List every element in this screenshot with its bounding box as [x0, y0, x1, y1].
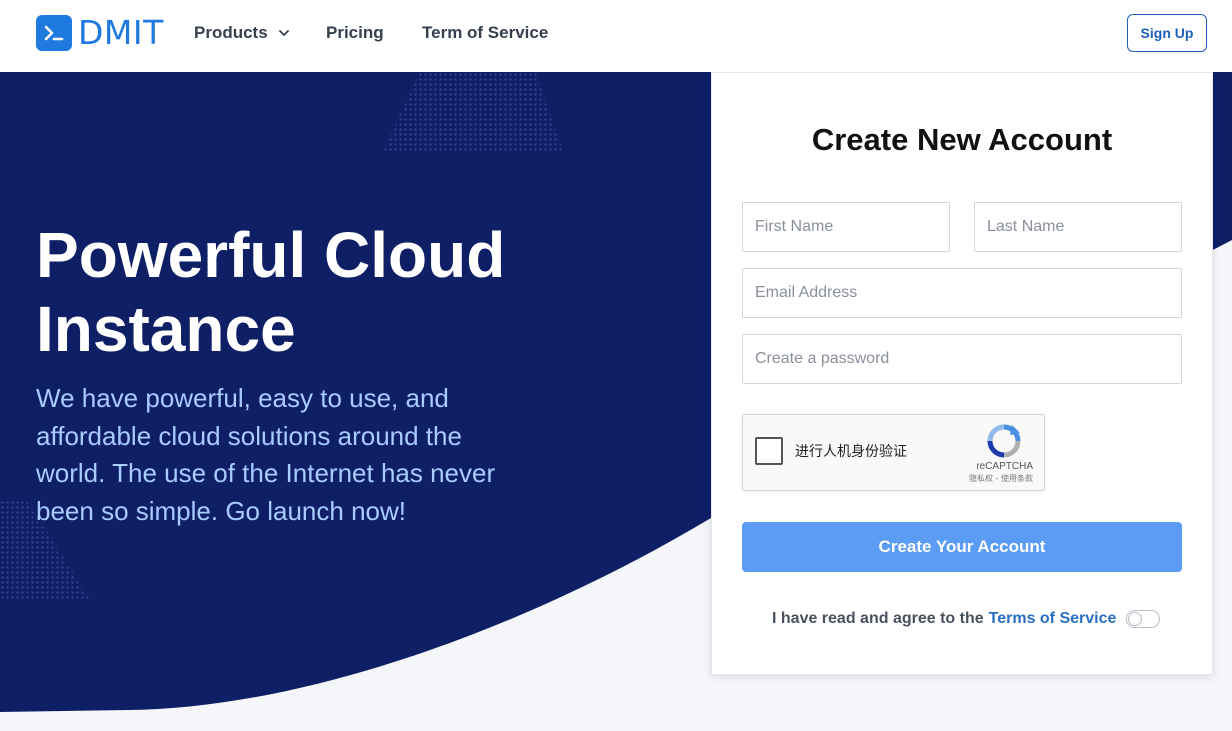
form-title: Create New Account [811, 122, 1113, 157]
nav-term-of-service[interactable]: Term of Service [422, 22, 548, 44]
hero-title-line: Powerful Cloud [36, 219, 506, 291]
terminal-icon [36, 15, 72, 51]
brand-logo[interactable]: DMIT [36, 15, 164, 51]
email-input[interactable] [742, 268, 1182, 318]
terms-of-service-link[interactable]: Terms of Service [989, 610, 1117, 628]
recaptcha-widget: 进行人机身份验证 reCAPTCHA 隐私权 - 使用条款 [742, 414, 1045, 491]
hero-subtitle-line: been so simple. Go launch now! [36, 495, 406, 526]
recaptcha-icon [986, 423, 1022, 464]
recaptcha-links[interactable]: 隐私权 - 使用条款 [969, 474, 1033, 484]
recaptcha-brand: reCAPTCHA [976, 461, 1033, 472]
recaptcha-label: 进行人机身份验证 [795, 444, 907, 460]
hero-subtitle: We have powerful, easy to use, and affor… [36, 380, 536, 530]
nav-term-of-service-label: Term of Service [422, 23, 549, 42]
create-account-button[interactable]: Create Your Account [742, 522, 1182, 572]
hero-subtitle-line: world. The use of the Internet has never [36, 458, 496, 488]
password-input[interactable] [742, 334, 1182, 384]
hero-subtitle-line: We have powerful, easy to use, and [36, 383, 449, 413]
terms-agreement: I have read and agree to the Terms of Se… [772, 607, 1172, 631]
terms-agreement-text: I have read and agree to the [772, 610, 984, 627]
hero-title-line: Instance [36, 293, 296, 365]
nav-pricing-label: Pricing [326, 23, 384, 42]
last-name-input[interactable] [974, 202, 1182, 252]
terms-agree-toggle[interactable] [1126, 610, 1161, 628]
brand-name: DMIT [78, 13, 164, 52]
chevron-down-icon [278, 29, 290, 37]
hero-subtitle-line: affordable cloud solutions around the [36, 420, 462, 451]
navbar: DMIT Products Pricing Term of Service Si… [0, 0, 1232, 72]
recaptcha-checkbox[interactable] [755, 437, 783, 465]
nav-pricing[interactable]: Pricing [326, 22, 384, 44]
nav-products[interactable]: Products [194, 22, 290, 44]
toggle-knob [1128, 612, 1143, 626]
signup-form-card: Create New Account 进行人机身份验证 reCAPTCHA 隐私… [711, 72, 1213, 675]
first-name-input[interactable] [742, 202, 950, 252]
sign-up-button[interactable]: Sign Up [1127, 14, 1207, 52]
nav-products-label: Products [194, 23, 268, 42]
hero-title: Powerful Cloud Instance [36, 218, 676, 366]
